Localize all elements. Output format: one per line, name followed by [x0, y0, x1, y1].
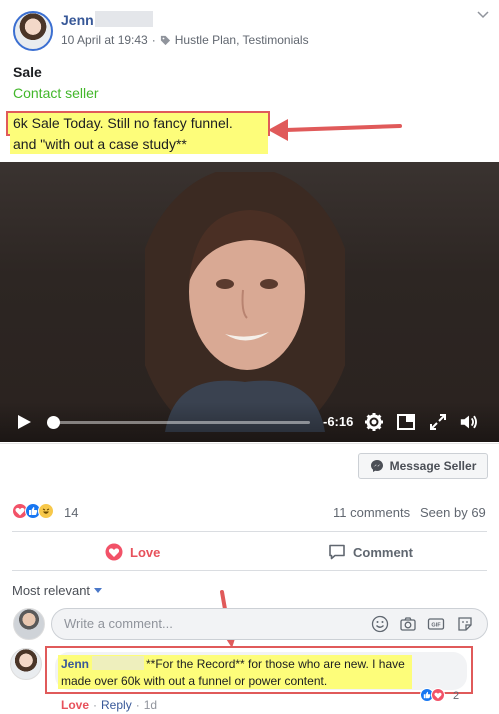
- video-frame: [145, 172, 345, 432]
- volume-icon[interactable]: [459, 412, 479, 432]
- gif-icon[interactable]: GIF: [427, 615, 445, 633]
- video-player[interactable]: -6:16: [0, 162, 499, 442]
- love-button-label: Love: [130, 544, 161, 560]
- post-header: Jenn 10 April at 19:43 · Hustle Plan, Te…: [0, 0, 499, 60]
- post-text-line1: 6k Sale Today. Still no fancy funnel.: [13, 115, 233, 131]
- red-arrow-annotation: [268, 119, 402, 141]
- comment-love-link[interactable]: Love: [61, 698, 89, 712]
- video-progress-thumb[interactable]: [46, 416, 60, 429]
- love-button[interactable]: Love: [105, 543, 160, 561]
- comments-count[interactable]: 11 comments: [333, 505, 410, 520]
- author-avatar[interactable]: [13, 11, 53, 51]
- chevron-down-icon[interactable]: [477, 10, 489, 20]
- separator: ·: [151, 33, 156, 47]
- sale-title: Sale: [13, 64, 42, 80]
- picture-in-picture-icon[interactable]: [396, 412, 416, 432]
- viewer-avatar[interactable]: [13, 608, 45, 640]
- post-text-line2: and "with out a case study**: [13, 136, 187, 152]
- comment-text-line1: **For the Record** for those who are new…: [146, 657, 405, 671]
- contact-seller-link[interactable]: Contact seller: [13, 85, 99, 101]
- sticker-icon[interactable]: [456, 615, 474, 633]
- separator: ·: [135, 698, 140, 712]
- comment-reply-link[interactable]: Reply: [101, 698, 132, 712]
- love-reaction-icon: [431, 688, 445, 702]
- name-redaction: [95, 11, 153, 27]
- seen-by-count[interactable]: Seen by 69: [420, 505, 486, 520]
- play-icon[interactable]: [16, 414, 32, 430]
- comment-icon: [329, 544, 345, 560]
- divider: [0, 443, 499, 444]
- comment-author[interactable]: Jenn: [61, 657, 89, 671]
- caret-down-icon: [94, 587, 103, 593]
- commenter-avatar[interactable]: [10, 648, 42, 680]
- message-seller-label: Message Seller: [389, 459, 477, 473]
- comment-input[interactable]: Write a comment...: [51, 608, 488, 640]
- divider: [12, 531, 487, 532]
- post-date[interactable]: 10 April at 19:43: [61, 33, 148, 47]
- post-tags[interactable]: Hustle Plan, Testimonials: [175, 33, 309, 47]
- reaction-icons[interactable]: [12, 503, 54, 519]
- fullscreen-icon[interactable]: [428, 412, 448, 432]
- heart-icon: [105, 543, 123, 561]
- svg-text:GIF: GIF: [431, 623, 441, 629]
- video-time-remaining: -6:16: [323, 414, 354, 429]
- comment-button[interactable]: Comment: [328, 543, 413, 561]
- comment-sort-dropdown[interactable]: Most relevant: [12, 583, 103, 598]
- author-name[interactable]: Jenn: [61, 12, 94, 28]
- comment-reaction-count[interactable]: 2: [453, 690, 459, 702]
- messenger-icon: [370, 460, 383, 472]
- comment-actions: Love · Reply · 1d: [61, 698, 157, 712]
- comment-button-label: Comment: [353, 544, 413, 560]
- haha-reaction-icon: [38, 503, 54, 519]
- comment-sort-label: Most relevant: [12, 583, 91, 598]
- name-redaction: [92, 656, 144, 670]
- camera-icon[interactable]: [399, 615, 417, 633]
- post-meta: 10 April at 19:43 · Hustle Plan, Testimo…: [61, 33, 309, 47]
- emoji-icon[interactable]: [371, 615, 389, 633]
- comment-time[interactable]: 1d: [144, 698, 157, 712]
- message-seller-button[interactable]: Message Seller: [358, 453, 488, 479]
- tag-icon: [160, 35, 170, 45]
- video-controls: -6:16: [0, 402, 499, 442]
- comment-text-line2: made over 60k with out a funnel or power…: [61, 674, 328, 688]
- separator: ·: [93, 698, 98, 712]
- reaction-count[interactable]: 14: [64, 505, 78, 520]
- divider: [12, 570, 487, 571]
- gear-icon[interactable]: [364, 412, 384, 432]
- video-progress-track[interactable]: [46, 416, 310, 429]
- comment-reactions[interactable]: [420, 688, 445, 702]
